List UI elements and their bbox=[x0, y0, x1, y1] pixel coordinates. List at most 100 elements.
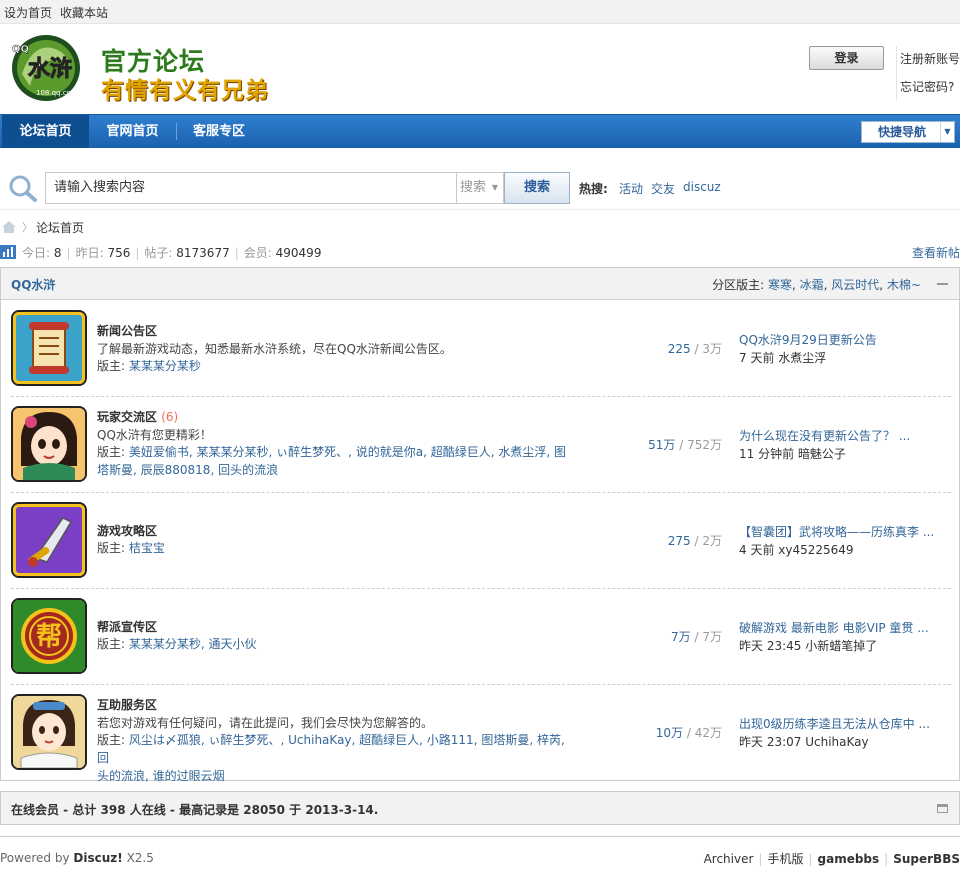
category-title[interactable]: QQ水浒 bbox=[11, 276, 55, 293]
stats-chart-icon bbox=[0, 245, 16, 259]
members-label: 会员: bbox=[243, 246, 272, 260]
sword-icon[interactable] bbox=[11, 502, 87, 578]
last-post-user[interactable]: 暗魅公子 bbox=[798, 447, 846, 461]
category-header: QQ水浒 分区版主: 寒寒, 冰霜, 风云时代, 木棉~ bbox=[1, 268, 959, 300]
breadcrumb-current: 论坛首页 bbox=[36, 221, 85, 235]
search-bar: 请输入搜索内容 搜索 ▼ 搜索 热搜: 活动 交友 discuz bbox=[0, 160, 960, 210]
expand-icon[interactable] bbox=[937, 804, 948, 813]
search-type-label: 搜索 bbox=[460, 180, 487, 195]
online-members-text[interactable]: 在线会员 - 总计 398 人在线 - 最高记录是 28050 于 2013-3… bbox=[11, 801, 378, 818]
svg-text:水浒: 水浒 bbox=[28, 56, 72, 82]
search-type-select[interactable]: 搜索 ▼ bbox=[456, 172, 504, 204]
forum-name[interactable]: 新闻公告区 bbox=[97, 322, 157, 339]
logo-emblem-icon: 水浒 QQ 108.qq.com bbox=[12, 35, 80, 101]
register-link[interactable]: 注册新账号 bbox=[900, 50, 960, 67]
last-post-meta: 昨天 23:07 UchihaKay bbox=[739, 735, 869, 749]
last-post-link[interactable]: QQ水浒9月29日更新公告 bbox=[739, 331, 949, 348]
forum-description: 了解最新游戏动态，知悉最新水浒系统，尽在QQ水浒新闻公告区。 bbox=[97, 342, 452, 356]
yesterday-count: 756 bbox=[107, 246, 131, 260]
forum-name[interactable]: 游戏攻略区 bbox=[97, 522, 157, 539]
forum-moderators: 版主: 美妞爱偷书, 某某某分某秒, ぃ醉生梦死、, 说的就是你a, 超酷绿巨人… bbox=[97, 445, 567, 477]
forum-counts: 10万 / 42万 bbox=[655, 726, 722, 740]
nav-divider bbox=[176, 123, 177, 140]
quick-nav-dropdown[interactable]: 快捷导航 ▼ bbox=[861, 121, 955, 143]
hot-search-link[interactable]: 交友 bbox=[651, 180, 675, 197]
forgot-password-link[interactable]: 忘记密码? bbox=[900, 78, 954, 95]
forum-row: 新闻公告区 了解最新游戏动态，知悉最新水浒系统，尽在QQ水浒新闻公告区。 版主:… bbox=[11, 301, 951, 397]
category-moderators: 分区版主: 寒寒, 冰霜, 风云时代, 木棉~ bbox=[712, 278, 921, 292]
hot-search-link[interactable]: discuz bbox=[683, 180, 721, 194]
moderator-link[interactable]: 风云时代 bbox=[831, 278, 879, 292]
forum-moderators: 版主: 某某某分某秒, 通天小伙 bbox=[97, 637, 257, 651]
last-post-link[interactable]: 出现0级历练李逵且无法从仓库中 ... bbox=[739, 715, 949, 732]
site-logo[interactable]: 水浒 QQ 108.qq.com bbox=[8, 34, 92, 104]
today-count: 8 bbox=[53, 246, 62, 260]
footer-divider bbox=[0, 836, 960, 837]
helper-avatar-icon[interactable] bbox=[11, 694, 87, 770]
last-post-user[interactable]: xy45225649 bbox=[778, 543, 853, 557]
hot-search-label: 热搜: bbox=[579, 182, 608, 196]
gamebbs-link[interactable]: gamebbs bbox=[818, 852, 880, 866]
forum-counts: 225 / 3万 bbox=[667, 342, 722, 356]
bookmark-link[interactable]: 收藏本站 bbox=[60, 4, 108, 21]
archiver-link[interactable]: Archiver bbox=[704, 852, 754, 866]
forum-counts: 51万 / 752万 bbox=[648, 438, 722, 452]
superbbs-link[interactable]: SuperBBS bbox=[893, 852, 960, 866]
player-avatar-icon[interactable] bbox=[11, 406, 87, 482]
search-icon bbox=[9, 175, 37, 202]
forum-name[interactable]: 帮派宣传区 bbox=[97, 618, 157, 635]
collapse-icon[interactable] bbox=[937, 283, 948, 285]
view-new-posts-link[interactable]: 查看新帖 bbox=[912, 244, 960, 261]
last-post-link[interactable]: 为什么现在没有更新公告了？ ... bbox=[739, 427, 949, 444]
members-count: 490499 bbox=[275, 246, 322, 260]
forum-description: QQ水浒有您更精彩！ bbox=[97, 428, 212, 442]
svg-text:QQ: QQ bbox=[12, 44, 29, 55]
forum-description: 若您对游戏有任何疑问，请在此提问，我们会尽快为您解答的。 bbox=[97, 716, 434, 730]
discuz-link[interactable]: Discuz! bbox=[73, 851, 122, 865]
last-post-meta: 4 天前 xy45225649 bbox=[739, 543, 854, 557]
forum-row: 帮 帮派宣传区 版主: 某某某分某秒, 通天小伙 7万 / 7万 破解游戏 最新… bbox=[11, 589, 951, 685]
set-homepage-link[interactable]: 设为首页 bbox=[4, 4, 52, 21]
forum-row: 互助服务区 若您对游戏有任何疑问，请在此提问，我们会尽快为您解答的。 版主: 风… bbox=[11, 685, 951, 783]
top-bar: 设为首页 收藏本站 bbox=[0, 0, 960, 24]
search-input[interactable]: 请输入搜索内容 bbox=[45, 172, 457, 204]
nav-tab-official-home[interactable]: 官网首页 bbox=[91, 115, 174, 148]
last-post-meta: 11 分钟前 暗魅公子 bbox=[739, 447, 846, 461]
caret-down-icon: ▼ bbox=[491, 183, 498, 192]
svg-text:帮: 帮 bbox=[36, 622, 62, 652]
powered-by: Powered by Discuz! X2.5 bbox=[0, 851, 154, 865]
home-icon[interactable] bbox=[1, 220, 17, 234]
guild-badge-icon[interactable]: 帮 bbox=[11, 598, 87, 674]
search-button[interactable]: 搜索 bbox=[504, 172, 570, 204]
nav-tab-forum-home[interactable]: 论坛首页 bbox=[2, 115, 89, 148]
forum-row: 玩家交流区 (6) QQ水浒有您更精彩！ 版主: 美妞爱偷书, 某某某分某秒, … bbox=[11, 397, 951, 493]
forum-name[interactable]: 玩家交流区 (6) bbox=[97, 408, 178, 425]
today-label: 今日: bbox=[22, 246, 51, 260]
forum-row: 游戏攻略区 版主: 桔宝宝 275 / 2万 【智囊团】武将攻略——历练真李 .… bbox=[11, 493, 951, 589]
last-post-meta: 7 天前 水煮尘浮 bbox=[739, 351, 827, 365]
last-post-user[interactable]: UchihaKay bbox=[805, 735, 868, 749]
last-post-link[interactable]: 破解游戏 最新电影 电影VIP 童贯 ... bbox=[739, 619, 949, 636]
footer-links: Archiver | 手机版 | gamebbs | SuperBBS bbox=[703, 852, 960, 866]
yesterday-label: 昨日: bbox=[75, 246, 104, 260]
moderator-link[interactable]: 木棉~ bbox=[887, 278, 921, 292]
scroll-icon[interactable] bbox=[11, 310, 87, 386]
forum-name[interactable]: 互助服务区 bbox=[97, 696, 157, 713]
last-post-user[interactable]: 小新蜡笔掉了 bbox=[805, 639, 877, 653]
mobile-link[interactable]: 手机版 bbox=[767, 852, 803, 866]
moderator-link[interactable]: 寒寒 bbox=[768, 278, 792, 292]
nav-tab-support[interactable]: 客服专区 bbox=[178, 115, 260, 148]
breadcrumb-separator: 〉 bbox=[22, 221, 33, 234]
last-post-link[interactable]: 【智囊团】武将攻略——历练真李 ... bbox=[739, 523, 949, 540]
forum-counts: 275 / 2万 bbox=[667, 534, 722, 548]
moderator-link[interactable]: 冰霜 bbox=[800, 278, 824, 292]
posts-label: 帖子: bbox=[144, 246, 173, 260]
login-button[interactable]: 登录 bbox=[809, 46, 884, 70]
posts-count: 8173677 bbox=[176, 246, 230, 260]
last-post-user[interactable]: 水煮尘浮 bbox=[778, 351, 826, 365]
hot-search-link[interactable]: 活动 bbox=[619, 180, 643, 197]
svg-text:108.qq.com: 108.qq.com bbox=[36, 89, 78, 97]
forum-counts: 7万 / 7万 bbox=[671, 630, 722, 644]
quick-nav-label: 快捷导航 bbox=[878, 125, 927, 139]
last-post-meta: 昨天 23:45 小新蜡笔掉了 bbox=[739, 639, 878, 653]
